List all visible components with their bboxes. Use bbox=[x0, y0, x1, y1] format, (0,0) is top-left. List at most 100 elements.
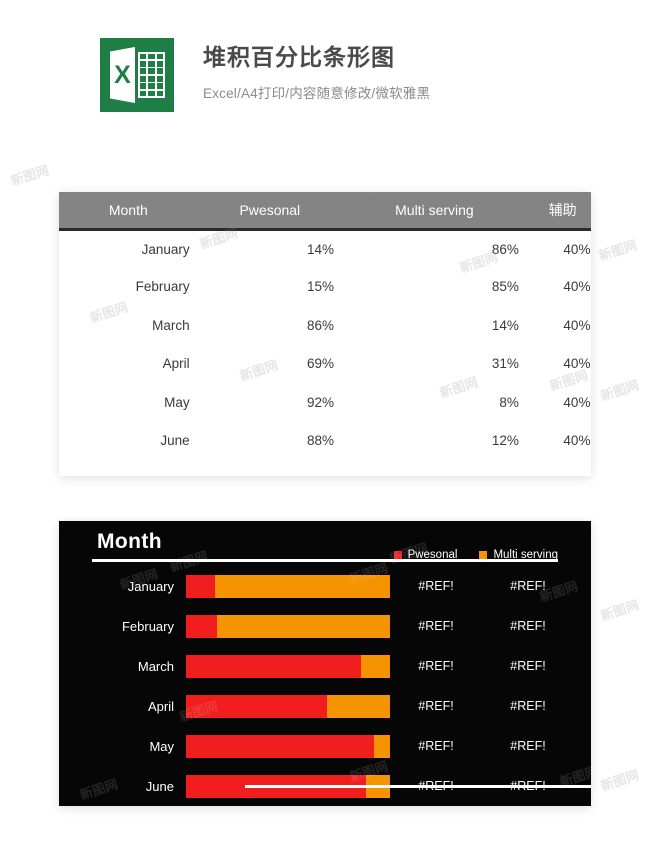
data-label-group: #REF! #REF! bbox=[390, 699, 591, 713]
legend-label: Multi serving bbox=[493, 549, 558, 561]
excel-logo-letter: X bbox=[114, 60, 131, 89]
watermark: 新图网 bbox=[8, 162, 51, 189]
cell-multi: 14% bbox=[491, 317, 519, 333]
chart-bar-row: February #REF! #REF! bbox=[59, 606, 591, 646]
cell-multi: 12% bbox=[491, 433, 519, 449]
legend-item-pwesonal[interactable]: Pwesonal bbox=[393, 549, 458, 561]
table-row: April 69% 31% 40% 2.2 1 bbox=[59, 345, 591, 384]
table-header-row: Month Pwesonal Multi serving 辅助 X Y bbox=[59, 192, 591, 231]
bar-segment-pwesonal[interactable] bbox=[186, 614, 217, 638]
data-label-multi-serving: #REF! bbox=[510, 619, 546, 633]
stacked-bar[interactable] bbox=[186, 694, 390, 718]
table-row: June 88% 12% 40% bbox=[59, 422, 591, 461]
category-label: January bbox=[127, 578, 174, 594]
bar-segment-pwesonal[interactable] bbox=[186, 694, 327, 718]
page-header: X 堆积百分比条形图 Excel/A4打印/内容随意修改/微软雅黑 bbox=[100, 38, 430, 112]
cell-aux: 40% bbox=[563, 356, 591, 372]
table-row: February 15% 85% 40% 1 1 bbox=[59, 268, 591, 307]
excel-logo-icon: X bbox=[100, 38, 174, 112]
cell-aux: 40% bbox=[563, 241, 591, 257]
cell-month: January bbox=[141, 241, 190, 257]
cell-multi: 31% bbox=[491, 356, 519, 372]
watermark: 新图网 bbox=[596, 237, 639, 264]
bar-segment-multi-serving[interactable] bbox=[373, 734, 390, 758]
bar-segment-multi-serving[interactable] bbox=[214, 574, 390, 598]
watermark: 新图网 bbox=[598, 597, 641, 624]
cell-pwesonal: 88% bbox=[306, 433, 335, 449]
category-label: February bbox=[121, 618, 174, 634]
data-label-pwesonal: #REF! bbox=[418, 659, 454, 673]
chart-plot-area: January #REF! #REF! February #REF! #REF!… bbox=[59, 566, 591, 806]
category-label: March bbox=[137, 658, 174, 674]
table-body: January 14% 86% 40% 0.4 1 February 15% 8… bbox=[59, 229, 591, 460]
data-label-group: #REF! #REF! bbox=[390, 619, 591, 633]
chart-bar-row: January #REF! #REF! bbox=[59, 566, 591, 606]
table-row: January 14% 86% 40% 0.4 1 bbox=[59, 229, 591, 268]
data-table-card: Month Pwesonal Multi serving 辅助 X Y Janu… bbox=[59, 192, 591, 476]
cell-multi: 86% bbox=[491, 241, 519, 257]
data-label-group: #REF! #REF! bbox=[390, 579, 591, 593]
cell-aux: 40% bbox=[563, 279, 591, 295]
column-header-pwesonal[interactable]: Pwesonal bbox=[197, 192, 343, 231]
column-header-month[interactable]: Month bbox=[59, 192, 198, 231]
header-text-block: 堆积百分比条形图 Excel/A4打印/内容随意修改/微软雅黑 bbox=[203, 38, 430, 102]
data-label-multi-serving: #REF! bbox=[510, 579, 546, 593]
data-label-pwesonal: #REF! bbox=[418, 619, 454, 633]
cell-month: February bbox=[135, 279, 190, 295]
table-row: March 86% 14% 40% 1.6 1 bbox=[59, 306, 591, 345]
chart-title: Month bbox=[97, 530, 162, 553]
watermark: 新图网 bbox=[598, 767, 641, 794]
chart-legend: Pwesonal Multi serving bbox=[393, 549, 558, 561]
stacked-bar[interactable] bbox=[186, 574, 390, 598]
cell-month: March bbox=[152, 317, 190, 333]
cell-aux: 40% bbox=[563, 394, 591, 410]
cell-pwesonal: 92% bbox=[306, 394, 335, 410]
data-label-group: #REF! #REF! bbox=[390, 659, 591, 673]
stacked-bar[interactable] bbox=[186, 734, 390, 758]
data-label-group: #REF! #REF! bbox=[390, 739, 591, 753]
watermark: 新图网 bbox=[598, 377, 641, 404]
data-label-pwesonal: #REF! bbox=[418, 739, 454, 753]
bar-segment-multi-serving[interactable] bbox=[361, 654, 390, 678]
bar-segment-pwesonal[interactable] bbox=[186, 654, 362, 678]
data-label-multi-serving: #REF! bbox=[510, 699, 546, 713]
legend-swatch-icon bbox=[393, 551, 402, 559]
data-label-multi-serving: #REF! bbox=[510, 739, 546, 753]
legend-item-multi-serving[interactable]: Multi serving bbox=[479, 549, 558, 561]
column-header-aux[interactable]: 辅助 bbox=[526, 192, 591, 231]
legend-swatch-icon bbox=[479, 551, 488, 559]
stacked-bar[interactable] bbox=[186, 654, 390, 678]
excel-grid-shape bbox=[138, 52, 165, 98]
data-label-pwesonal: #REF! bbox=[418, 579, 454, 593]
cell-pwesonal: 86% bbox=[306, 317, 335, 333]
bar-segment-multi-serving[interactable] bbox=[326, 694, 390, 718]
bar-segment-pwesonal[interactable] bbox=[186, 734, 374, 758]
cell-multi: 8% bbox=[499, 394, 519, 410]
chart-axis-line bbox=[245, 785, 591, 788]
bar-segment-multi-serving[interactable] bbox=[216, 614, 390, 638]
table-row: May 92% 8% 40% bbox=[59, 383, 591, 422]
data-table: Month Pwesonal Multi serving 辅助 X Y Janu… bbox=[59, 192, 591, 460]
page-title: 堆积百分比条形图 bbox=[203, 44, 395, 70]
cell-aux: 40% bbox=[563, 433, 591, 449]
chart-card: Month Pwesonal Multi serving January #RE… bbox=[59, 521, 591, 806]
cell-pwesonal: 15% bbox=[306, 279, 335, 295]
cell-pwesonal: 69% bbox=[306, 356, 335, 372]
page-subtitle: Excel/A4打印/内容随意修改/微软雅黑 bbox=[203, 85, 431, 101]
column-header-multi-serving[interactable]: Multi serving bbox=[342, 192, 527, 231]
data-label-pwesonal: #REF! bbox=[418, 699, 454, 713]
cell-month: June bbox=[160, 433, 190, 449]
chart-bar-row: April #REF! #REF! bbox=[59, 686, 591, 726]
chart-bar-row: May #REF! #REF! bbox=[59, 726, 591, 766]
bar-segment-pwesonal[interactable] bbox=[186, 574, 215, 598]
table-head: Month Pwesonal Multi serving 辅助 X Y bbox=[59, 192, 591, 231]
category-label: April bbox=[147, 698, 174, 714]
legend-label: Pwesonal bbox=[407, 549, 458, 561]
cell-aux: 40% bbox=[563, 317, 591, 333]
category-label: May bbox=[149, 738, 174, 754]
cell-multi: 85% bbox=[491, 279, 519, 295]
cell-pwesonal: 14% bbox=[306, 241, 335, 257]
stacked-bar[interactable] bbox=[186, 614, 390, 638]
cell-month: May bbox=[164, 394, 190, 410]
category-label: June bbox=[145, 778, 174, 794]
